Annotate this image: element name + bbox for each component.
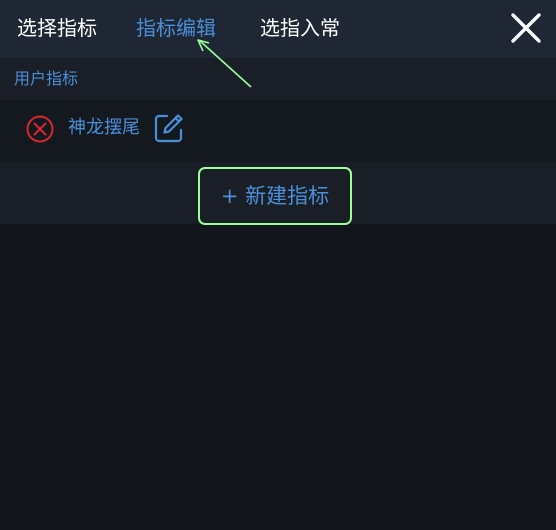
close-icon xyxy=(511,13,541,43)
indicator-editor-panel: 选择指标 指标编辑 选指入常 用户指标 神龙摆尾 + 新建指标 xyxy=(0,0,556,530)
edit-item-button[interactable] xyxy=(153,112,185,144)
delete-item-button[interactable] xyxy=(25,114,55,144)
close-button[interactable] xyxy=(510,12,542,44)
indicator-list-item: 神龙摆尾 xyxy=(0,100,556,162)
indicator-name[interactable]: 神龙摆尾 xyxy=(68,100,140,156)
tab-select-into-common[interactable]: 选指入常 xyxy=(260,0,340,58)
tab-select-indicator[interactable]: 选择指标 xyxy=(17,0,97,58)
top-tab-bar: 选择指标 指标编辑 选指入常 xyxy=(0,0,556,58)
section-title-user-indicators: 用户指标 xyxy=(14,69,79,88)
delete-circle-icon xyxy=(26,115,54,143)
add-indicator-button[interactable]: + 新建指标 xyxy=(198,167,352,225)
section-header: 用户指标 xyxy=(0,58,556,100)
edit-icon xyxy=(154,114,183,143)
tab-indicator-edit[interactable]: 指标编辑 xyxy=(136,0,216,58)
